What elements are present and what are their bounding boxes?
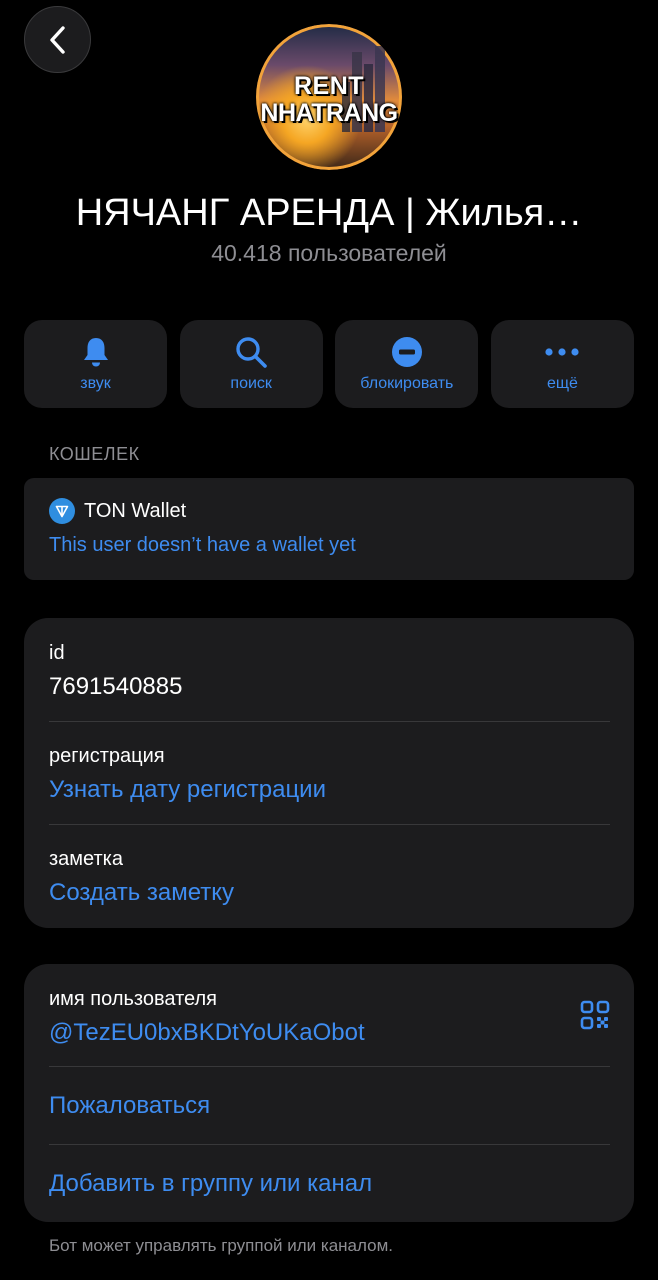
member-count: 40.418 пользователей <box>211 240 447 266</box>
add-to-group-button[interactable]: Добавить в группу или канал <box>49 1170 372 1198</box>
sound-label: звук <box>80 375 111 392</box>
wallet-header: TON Wallet <box>49 498 186 524</box>
wallet-status[interactable]: This user doesn’t have a wallet yet <box>49 534 356 557</box>
registration-label: регистрация <box>49 745 165 767</box>
divider <box>49 1066 610 1067</box>
sound-button[interactable]: звук <box>24 320 167 408</box>
report-button[interactable]: Пожаловаться <box>49 1092 210 1120</box>
block-button[interactable]: блокировать <box>335 320 479 408</box>
avatar-line-2: NHATRANG <box>260 99 398 127</box>
chevron-left-icon <box>49 25 65 54</box>
wallet-name: TON Wallet <box>84 499 187 522</box>
id-value[interactable]: 7691540885 <box>49 673 610 701</box>
profile-title: НЯЧАНГ АРЕНДА | Жилья… <box>75 192 583 234</box>
search-button[interactable]: поиск <box>179 320 323 408</box>
note-label: заметка <box>49 848 123 870</box>
username-card: имя пользователя @TezEU0bxBKDtYoUKaObot … <box>24 964 634 1222</box>
avatar-line-1: RENT <box>293 72 365 100</box>
more-dots-icon <box>545 348 580 356</box>
more-label: ещё <box>546 375 578 392</box>
registration-row[interactable]: регистрация Узнать дату регистрации <box>49 745 610 804</box>
ton-icon <box>49 498 75 524</box>
note-row[interactable]: заметка Создать заметку <box>49 848 610 907</box>
footer-note: Бот может управлять группой или каналом. <box>49 1236 393 1255</box>
create-note-link[interactable]: Создать заметку <box>49 879 610 907</box>
username-row[interactable]: имя пользователя @TezEU0bxBKDtYoUKaObot <box>49 988 554 1047</box>
divider <box>49 824 610 825</box>
wallet-section-label: КОШЕЛЕК <box>49 444 140 464</box>
id-label: id <box>49 642 65 664</box>
username-value[interactable]: @TezEU0bxBKDtYoUKaObot <box>49 1019 554 1047</box>
registration-link[interactable]: Узнать дату регистрации <box>49 776 610 804</box>
block-label: блокировать <box>360 375 454 392</box>
username-label: имя пользователя <box>49 988 217 1010</box>
block-icon <box>391 337 422 367</box>
search-icon <box>236 337 267 368</box>
more-button[interactable]: ещё <box>490 320 634 408</box>
bell-icon <box>83 338 108 367</box>
action-bar: звук поиск блокировать ещё <box>24 320 634 408</box>
back-button[interactable] <box>24 6 91 73</box>
divider <box>49 1144 610 1145</box>
qr-code-icon[interactable] <box>580 1000 610 1030</box>
avatar-logo-text: RENT NHATRANG <box>256 74 402 126</box>
id-row[interactable]: id 7691540885 <box>49 642 610 701</box>
wallet-card[interactable]: TON Wallet This user doesn’t have a wall… <box>24 478 634 580</box>
divider <box>49 721 610 722</box>
avatar[interactable]: RENT NHATRANG <box>256 24 402 170</box>
search-label: поиск <box>230 375 272 392</box>
info-card: id 7691540885 регистрация Узнать дату ре… <box>24 618 634 928</box>
profile-page: RENT NHATRANG НЯЧАНГ АРЕНДА | Жилья… 40.… <box>0 0 658 1280</box>
